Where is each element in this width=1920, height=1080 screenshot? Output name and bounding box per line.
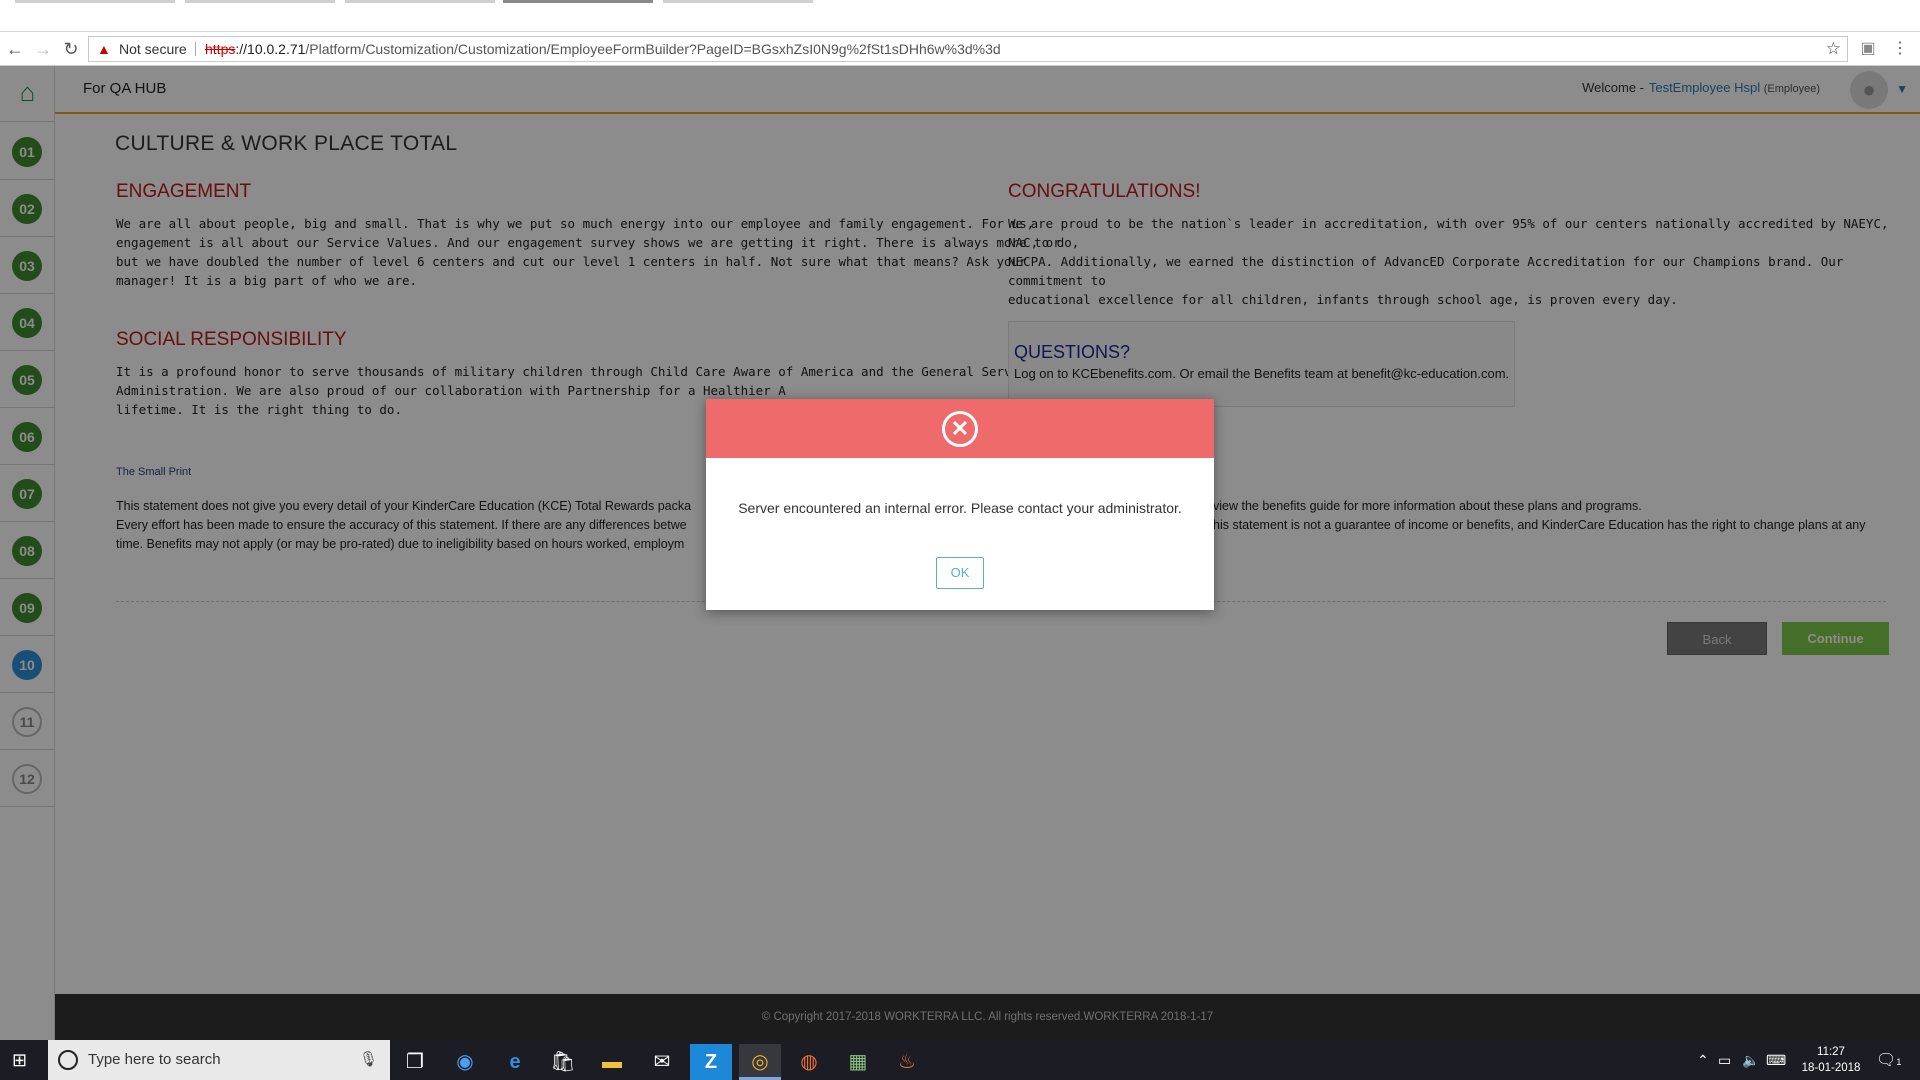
error-circle-x-icon: ✕: [942, 411, 978, 447]
bookmark-star-icon[interactable]: ☆: [1826, 37, 1841, 61]
keyboard-icon[interactable]: ⌨: [1766, 1040, 1786, 1080]
kebab-menu-icon[interactable]: ⋮: [1890, 39, 1910, 59]
zoom-z-icon[interactable]: Z: [690, 1044, 732, 1080]
search-placeholder: Type here to search: [88, 1051, 221, 1068]
not-secure-label: Not secure: [119, 41, 187, 57]
warning-triangle-icon: ▲: [97, 41, 111, 57]
task-view-icon[interactable]: ❐: [394, 1044, 436, 1080]
windows-taskbar: ⊞ Type here to search 🎙 ❐ ◉ e 🛍 ▬ ✉ Z ◎ …: [0, 1040, 1920, 1080]
browser-tab[interactable]: [663, 0, 813, 3]
browser-tab[interactable]: [345, 0, 495, 3]
browser-tab[interactable]: [15, 0, 175, 3]
microphone-icon[interactable]: 🎙: [359, 1050, 378, 1068]
browser-toolbar: ← → ↻ ▲ Not secure https://10.0.2.71/Pla…: [0, 32, 1920, 66]
clock-date: 18-01-2018: [1801, 1062, 1861, 1074]
url-text[interactable]: https://10.0.2.71/Platform/Customization…: [205, 37, 1001, 61]
chrome-browser-icon[interactable]: ◎: [739, 1044, 781, 1080]
windows-start-icon[interactable]: ⊞: [12, 1050, 32, 1070]
network-icon[interactable]: ▭: [1718, 1040, 1731, 1080]
url-scheme: https: [205, 41, 236, 57]
file-explorer-icon[interactable]: ▬: [591, 1044, 633, 1080]
firefox-browser-icon[interactable]: ◍: [788, 1044, 830, 1080]
flame-app-icon[interactable]: ♨: [886, 1044, 928, 1080]
omnibox-separator: [195, 42, 196, 56]
notification-icon[interactable]: 🗨1: [1876, 1050, 1901, 1070]
url-host: ://10.0.2.71: [235, 41, 306, 57]
error-message: Server encountered an internal error. Pl…: [738, 500, 1182, 516]
address-bar[interactable]: ▲ Not secure https://10.0.2.71/Platform/…: [88, 36, 1848, 62]
cortana-circle-icon: [58, 1050, 78, 1070]
edge-browser-icon[interactable]: e: [494, 1044, 536, 1080]
error-dialog: ✕ Server encountered an internal error. …: [706, 399, 1214, 610]
mail-icon[interactable]: ✉: [641, 1044, 683, 1080]
taskbar-search-box[interactable]: Type here to search 🎙: [48, 1040, 390, 1080]
ok-button[interactable]: OK: [936, 557, 984, 589]
spreadsheet-app-icon[interactable]: ▦: [837, 1044, 879, 1080]
browser-tab-active[interactable]: [503, 0, 653, 3]
url-path: /Platform/Customization/Customization/Em…: [305, 41, 1001, 57]
error-dialog-header: ✕: [706, 399, 1214, 458]
browser-tab-strip: [0, 0, 1920, 32]
notification-count: 1: [1896, 1057, 1902, 1067]
chevron-up-icon[interactable]: ⌃: [1697, 1040, 1709, 1080]
clock-time: 11:27: [1817, 1046, 1845, 1058]
extension-icon[interactable]: ▣: [1858, 39, 1878, 59]
store-icon[interactable]: 🛍: [542, 1044, 584, 1080]
taskbar-clock[interactable]: 11:27 18-01-2018: [1796, 1044, 1866, 1076]
volume-icon[interactable]: 🔈: [1742, 1040, 1759, 1080]
browser-tab[interactable]: [185, 0, 335, 3]
back-arrow-icon[interactable]: ←: [4, 38, 26, 60]
forward-arrow-icon[interactable]: →: [32, 38, 54, 60]
reload-icon[interactable]: ↻: [60, 38, 82, 60]
app-icon[interactable]: ◉: [444, 1044, 486, 1080]
